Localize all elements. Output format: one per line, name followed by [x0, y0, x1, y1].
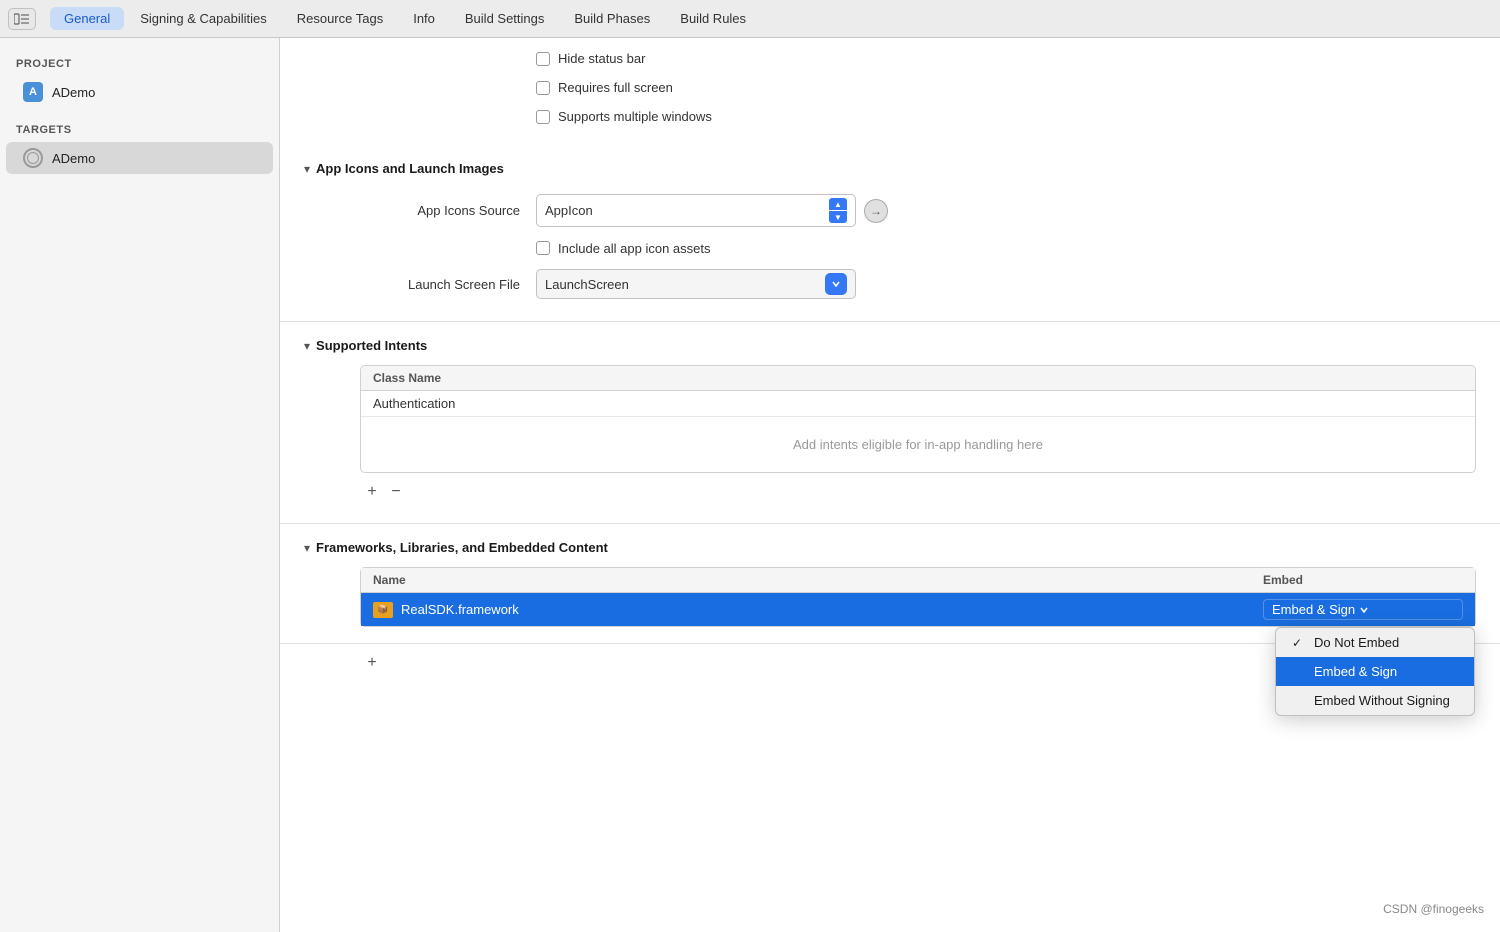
tab-bar: General Signing & Capabilities Resource …	[0, 0, 1500, 38]
embed-cell: Embed & Sign	[1263, 599, 1463, 620]
embed-without-signing-label: Embed Without Signing	[1314, 693, 1450, 708]
include-all-icons-checkbox[interactable]	[536, 241, 550, 255]
sidebar-toggle-button[interactable]	[8, 8, 36, 30]
app-icons-header: ▾ App Icons and Launch Images	[280, 161, 1500, 188]
frameworks-header: ▾ Frameworks, Libraries, and Embedded Co…	[280, 540, 1500, 567]
targets-section-title: TARGETS	[0, 120, 279, 142]
launch-screen-value: LaunchScreen	[545, 277, 821, 292]
content-area: Hide status bar Requires full screen Sup…	[280, 38, 1500, 932]
include-all-icons-label: Include all app icon assets	[558, 241, 710, 256]
dropdown-item-embed-without-signing[interactable]: Embed Without Signing	[1276, 686, 1474, 715]
app-icons-source-control: AppIcon ▲ ▼ →	[536, 194, 888, 227]
frameworks-table-header: Name Embed	[361, 568, 1475, 593]
do-not-embed-label: Do Not Embed	[1314, 635, 1399, 650]
add-remove-row: + −	[280, 473, 1500, 507]
embed-dropdown-btn[interactable]: Embed & Sign	[1263, 599, 1463, 620]
checkbox-row-hide-status: Hide status bar	[536, 46, 1476, 71]
intents-table-body: Authentication	[361, 391, 1475, 416]
include-all-icons-control: Include all app icon assets	[536, 241, 710, 256]
checkbox-row-supports-multiwindow: Supports multiple windows	[536, 104, 1476, 129]
embed-sign-label: Embed & Sign	[1314, 664, 1397, 679]
tab-general[interactable]: General	[50, 7, 124, 30]
tab-resource-tags[interactable]: Resource Tags	[283, 7, 397, 30]
stepper-down-icon[interactable]: ▼	[829, 211, 847, 223]
supports-multiwindow-checkbox[interactable]	[536, 110, 550, 124]
main-layout: PROJECT A ADemo TARGETS ADemo Hide statu…	[0, 38, 1500, 932]
app-icons-source-label: App Icons Source	[360, 203, 520, 218]
launch-screen-dropdown-btn[interactable]	[825, 273, 847, 295]
add-intent-button[interactable]: +	[360, 481, 384, 503]
supported-intents-title: Supported Intents	[316, 338, 427, 353]
framework-name: RealSDK.framework	[401, 602, 1263, 617]
sidebar-item-project[interactable]: A ADemo	[6, 76, 273, 108]
sidebar-item-target-ademo[interactable]: ADemo	[6, 142, 273, 174]
app-icons-stepper[interactable]: ▲ ▼	[829, 198, 847, 223]
framework-row-realSDK[interactable]: 📦 RealSDK.framework Embed & Sign ✓ Do No…	[361, 593, 1475, 626]
watermark: CSDN @finogeeks	[1383, 902, 1484, 916]
sidebar: PROJECT A ADemo TARGETS ADemo	[0, 38, 280, 932]
launch-screen-select[interactable]: LaunchScreen	[536, 269, 856, 299]
remove-intent-button[interactable]: −	[384, 481, 408, 503]
frameworks-table: Name Embed 📦 RealSDK.framework Embed & S…	[360, 567, 1476, 627]
stepper-up-icon[interactable]: ▲	[829, 198, 847, 210]
app-icons-nav-arrow[interactable]: →	[864, 199, 888, 223]
requires-fullscreen-checkbox[interactable]	[536, 81, 550, 95]
tab-build-phases[interactable]: Build Phases	[560, 7, 664, 30]
fw-embed-header: Embed	[1263, 573, 1463, 587]
framework-icon: 📦	[373, 602, 393, 618]
frameworks-chevron[interactable]: ▾	[304, 541, 310, 555]
include-all-icons-row: Include all app icon assets	[280, 233, 1500, 263]
tab-signing[interactable]: Signing & Capabilities	[126, 7, 280, 30]
add-framework-button[interactable]: +	[360, 652, 384, 674]
hide-status-label: Hide status bar	[558, 51, 645, 66]
intents-table: Class Name Authentication Add intents el…	[360, 365, 1476, 473]
supported-intents-chevron[interactable]: ▾	[304, 339, 310, 353]
app-icons-source-select[interactable]: AppIcon ▲ ▼	[536, 194, 856, 227]
embed-dropdown-value: Embed & Sign	[1272, 602, 1355, 617]
tab-build-rules[interactable]: Build Rules	[666, 7, 760, 30]
app-icons-source-row: App Icons Source AppIcon ▲ ▼ →	[280, 188, 1500, 233]
project-label: ADemo	[52, 85, 95, 100]
app-icons-title: App Icons and Launch Images	[316, 161, 504, 176]
intents-table-header: Class Name	[361, 366, 1475, 391]
section-supported-intents: ▾ Supported Intents Class Name Authentic…	[280, 322, 1500, 524]
dropdown-item-embed-sign[interactable]: Embed & Sign	[1276, 657, 1474, 686]
dropdown-item-do-not-embed[interactable]: ✓ Do Not Embed	[1276, 628, 1474, 657]
class-name-value: Authentication	[373, 396, 455, 411]
do-not-embed-check: ✓	[1292, 636, 1306, 650]
frameworks-title: Frameworks, Libraries, and Embedded Cont…	[316, 540, 608, 555]
target-icon	[22, 147, 44, 169]
fw-name-header: Name	[373, 573, 1263, 587]
app-icons-source-value: AppIcon	[545, 203, 825, 218]
supports-multiwindow-label: Supports multiple windows	[558, 109, 712, 124]
tab-info[interactable]: Info	[399, 7, 449, 30]
embed-dropdown-menu: ✓ Do Not Embed Embed & Sign Embed Withou…	[1275, 627, 1475, 716]
intents-empty-text: Add intents eligible for in-app handling…	[361, 416, 1475, 472]
requires-fullscreen-label: Requires full screen	[558, 80, 673, 95]
class-name-col-header: Class Name	[373, 371, 441, 385]
checkbox-row-requires-fullscreen: Requires full screen	[536, 75, 1476, 100]
launch-screen-label: Launch Screen File	[360, 277, 520, 292]
target-label: ADemo	[52, 151, 95, 166]
top-checkboxes: Hide status bar Requires full screen Sup…	[280, 38, 1500, 145]
supported-intents-header: ▾ Supported Intents	[280, 338, 1500, 365]
project-icon: A	[22, 81, 44, 103]
section-app-icons: ▾ App Icons and Launch Images App Icons …	[280, 145, 1500, 322]
project-section-title: PROJECT	[0, 54, 279, 76]
launch-screen-row: Launch Screen File LaunchScreen	[280, 263, 1500, 305]
app-icons-chevron[interactable]: ▾	[304, 162, 310, 176]
section-frameworks: ▾ Frameworks, Libraries, and Embedded Co…	[280, 524, 1500, 644]
tab-build-settings[interactable]: Build Settings	[451, 7, 559, 30]
hide-status-checkbox[interactable]	[536, 52, 550, 66]
